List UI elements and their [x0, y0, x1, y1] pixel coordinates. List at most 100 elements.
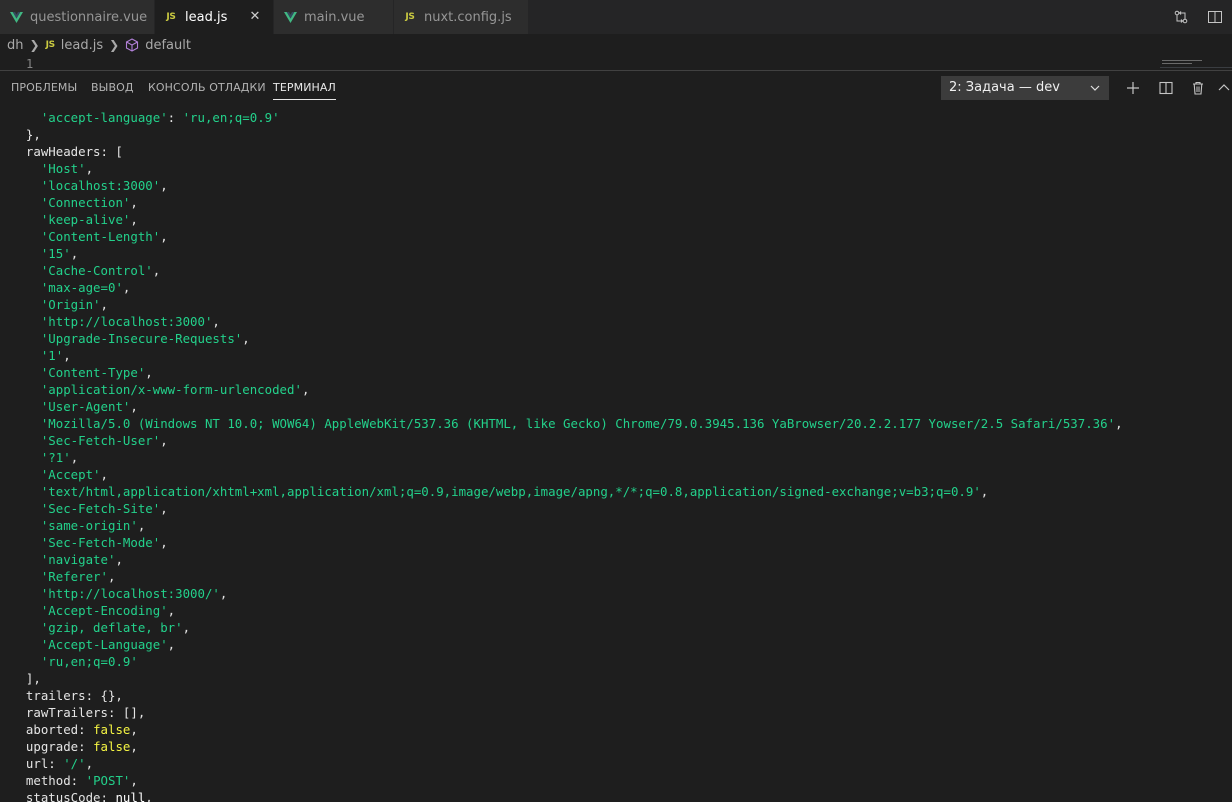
- terminal-token: 'Upgrade-Insecure-Requests': [40, 331, 243, 346]
- terminal-token: 'gzip, deflate, br': [40, 620, 183, 635]
- terminal-line: 'User-Agent',: [11, 398, 1232, 415]
- terminal-line: 'Mozilla/5.0 (Windows NT 10.0; WOW64) Ap…: [11, 415, 1232, 432]
- terminal-token: ,: [85, 756, 94, 771]
- terminal-line: 'http://localhost:3000/',: [11, 585, 1232, 602]
- terminal-token: ,: [115, 552, 123, 567]
- terminal-token: ,: [182, 620, 191, 635]
- split-terminal-button[interactable]: [1156, 78, 1176, 98]
- terminal-line: rawHeaders: [: [11, 143, 1232, 160]
- terminal-line: ],: [11, 670, 1232, 687]
- terminal-token: ,: [130, 722, 138, 737]
- plus-icon: [1127, 82, 1139, 94]
- terminal-token: ,: [219, 586, 228, 601]
- breadcrumb-file[interactable]: lead.js: [61, 38, 103, 53]
- terminal-line: 'http://localhost:3000',: [11, 313, 1232, 330]
- terminal-token: ,: [70, 246, 79, 261]
- terminal-token: 'Sec-Fetch-Mode': [40, 535, 161, 550]
- terminal-token: false: [93, 722, 131, 737]
- terminal-token: 'Accept-Encoding': [40, 603, 168, 618]
- terminal-line: statusCode: null,: [11, 789, 1232, 802]
- new-terminal-button[interactable]: [1123, 78, 1143, 98]
- tab-nuxt-config-js[interactable]: JS nuxt.config.js: [394, 0, 529, 34]
- terminal-select[interactable]: 2: Задача — dev: [941, 76, 1109, 100]
- terminal-line: 'text/html,application/xhtml+xml,applica…: [11, 483, 1232, 500]
- terminal-token: ,: [242, 331, 250, 346]
- terminal-token: '1': [40, 348, 64, 363]
- terminal-token: ,: [980, 484, 989, 499]
- split-editor-icon: [1208, 11, 1222, 23]
- terminal-token: },: [11, 127, 41, 142]
- terminal-token: ,: [130, 212, 138, 227]
- terminal-token: 'Connection': [40, 195, 131, 210]
- terminal-token: aborted:: [11, 722, 94, 737]
- maximize-panel-button[interactable]: [1216, 78, 1232, 98]
- kill-terminal-button[interactable]: [1188, 78, 1208, 98]
- open-changes-button[interactable]: [1164, 5, 1198, 29]
- split-editor-button[interactable]: [1198, 5, 1232, 29]
- terminal-token: 'Accept-Language': [40, 637, 168, 652]
- terminal-token: ,: [70, 450, 79, 465]
- tab-lead-js[interactable]: JS lead.js ✕: [155, 0, 274, 34]
- breadcrumb-symbol[interactable]: default: [145, 38, 191, 53]
- terminal-line: 'same-origin',: [11, 517, 1232, 534]
- terminal-line: url: '/',: [11, 755, 1232, 772]
- terminal-token: ,: [160, 535, 168, 550]
- tab-output[interactable]: ВЫВОД: [91, 71, 134, 105]
- terminal-token: 'max-age=0': [40, 280, 123, 295]
- terminal-token: '?1': [40, 450, 71, 465]
- bottom-panel: ПРОБЛЕМЫ ВЫВОД КОНСОЛЬ ОТЛАДКИ ТЕРМИНАЛ …: [0, 70, 1232, 802]
- terminal-line: method: 'POST',: [11, 772, 1232, 789]
- terminal-output[interactable]: 'accept-language': 'ru,en;q=0.9' }, rawH…: [0, 109, 1232, 802]
- terminal-line: rawTrailers: [],: [11, 704, 1232, 721]
- editor-area[interactable]: 1: [0, 56, 1232, 70]
- terminal-token: 'Mozilla/5.0 (Windows NT 10.0; WOW64) Ap…: [40, 416, 1116, 431]
- terminal-line: 'Accept-Language',: [11, 636, 1232, 653]
- terminal-token: url:: [11, 756, 64, 771]
- terminal-token: 'Cache-Control': [40, 263, 153, 278]
- close-icon[interactable]: ✕: [247, 9, 263, 25]
- tab-questionnaire-vue[interactable]: questionnaire.vue: [0, 0, 155, 34]
- tab-debug-console[interactable]: КОНСОЛЬ ОТЛАДКИ: [148, 71, 266, 105]
- vue-file-icon: [282, 11, 298, 23]
- vue-file-icon: [8, 11, 24, 23]
- terminal-token: 'Content-Type': [40, 365, 146, 380]
- terminal-line: '1',: [11, 347, 1232, 364]
- terminal-token: 'text/html,application/xhtml+xml,applica…: [40, 484, 981, 499]
- terminal-token: ,: [145, 790, 153, 802]
- breadcrumb-folder[interactable]: dh: [7, 38, 24, 53]
- terminal-token: 'Referer': [40, 569, 108, 584]
- tab-terminal[interactable]: ТЕРМИНАЛ: [273, 71, 336, 105]
- terminal-token: ,: [100, 297, 108, 312]
- breadcrumb: dh ❯ JS lead.js ❯ default: [0, 34, 1232, 56]
- minimap[interactable]: [1160, 56, 1232, 70]
- tab-problems[interactable]: ПРОБЛЕМЫ: [11, 71, 77, 105]
- terminal-token: ,: [130, 399, 138, 414]
- tab-main-vue[interactable]: main.vue: [274, 0, 394, 34]
- terminal-line: 'Sec-Fetch-Site',: [11, 500, 1232, 517]
- terminal-line: 'Upgrade-Insecure-Requests',: [11, 330, 1232, 347]
- editor-actions: [1164, 0, 1232, 34]
- terminal-token: 'keep-alive': [40, 212, 131, 227]
- terminal-token: ,: [85, 161, 94, 176]
